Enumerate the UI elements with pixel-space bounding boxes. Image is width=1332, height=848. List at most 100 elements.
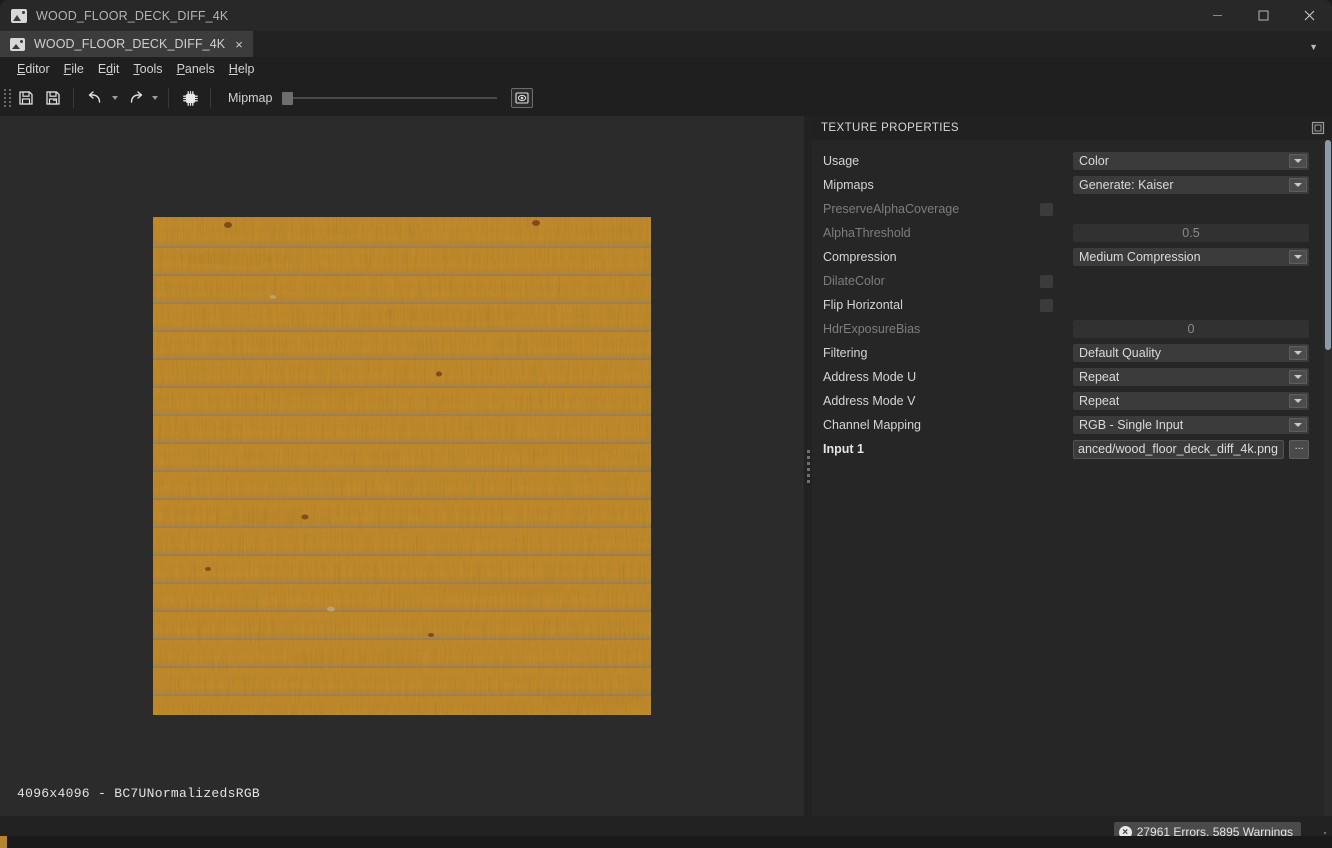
chevron-down-icon[interactable]: [1289, 370, 1307, 384]
property-control-filtering: Default Quality: [1073, 344, 1309, 362]
property-row-address-mode-v: Address Mode V Repeat: [812, 389, 1332, 413]
property-row-filtering: Filtering Default Quality: [812, 341, 1332, 365]
undo-dropdown-icon[interactable]: [108, 85, 121, 111]
property-value-address-mode-u: Repeat: [1079, 370, 1119, 384]
texture-chip-icon[interactable]: [177, 85, 203, 111]
property-row-usage: Usage Color: [812, 149, 1332, 173]
menu-bar: Editor File Edit Tools Panels Help: [0, 57, 1332, 80]
image-file-icon: [11, 9, 27, 23]
property-label-input-1: Input 1: [823, 442, 1073, 456]
property-control-channel-mapping: RGB - Single Input: [1073, 416, 1309, 434]
property-label-dilatecolor: DilateColor: [823, 274, 1073, 288]
property-dropdown-address-mode-v[interactable]: Repeat: [1073, 392, 1309, 410]
properties-header: TEXTURE PROPERTIES: [812, 116, 1332, 140]
chevron-down-icon[interactable]: [1289, 154, 1307, 168]
tab-wood-floor-deck-diff-4k[interactable]: WOOD_FLOOR_DECK_DIFF_4K ×: [0, 31, 253, 57]
property-dropdown-mipmaps[interactable]: Generate: Kaiser: [1073, 176, 1309, 194]
property-control-mipmaps: Generate: Kaiser: [1073, 176, 1309, 194]
property-row-address-mode-u: Address Mode URepeat: [812, 365, 1332, 389]
menu-item-file[interactable]: File: [57, 59, 91, 79]
property-row-channel-mapping: Channel MappingRGB - Single Input: [812, 413, 1332, 437]
property-control-usage: Color: [1073, 152, 1309, 170]
property-value-compression: Medium Compression: [1079, 250, 1201, 264]
undo-icon[interactable]: [82, 85, 108, 111]
toolbar-drag-handle[interactable]: [3, 87, 12, 109]
menu-item-help[interactable]: Help: [222, 59, 262, 79]
panel-title: TEXTURE PROPERTIES: [821, 122, 959, 134]
chevron-down-icon[interactable]: [1289, 250, 1307, 264]
panel-splitter[interactable]: [804, 116, 812, 816]
tab-close-icon[interactable]: ×: [234, 36, 244, 53]
mipmap-slider-thumb[interactable]: [282, 92, 293, 105]
property-dropdown-filtering[interactable]: Default Quality: [1073, 344, 1309, 362]
texture-format-status: 4096x4096 - BC7UNormalizedsRGB: [17, 786, 260, 801]
property-value-alphathreshold: 0.5: [1182, 226, 1199, 240]
desktop-background-strip: [0, 836, 1332, 848]
property-path-input-input-1[interactable]: anced/wood_floor_deck_diff_4k.png: [1073, 440, 1284, 459]
dock-panel-icon[interactable]: [1310, 120, 1326, 136]
property-label-address-mode-v: Address Mode V: [823, 394, 1073, 408]
image-file-icon: [10, 38, 25, 51]
texture-viewport[interactable]: 4096x4096 - BC7UNormalizedsRGB: [0, 116, 804, 816]
menu-item-panels[interactable]: Panels: [170, 59, 222, 79]
property-label-mipmaps: Mipmaps: [823, 178, 1073, 192]
property-label-hdrexposurebias: HdrExposureBias: [823, 322, 1073, 336]
property-label-alphathreshold: AlphaThreshold: [823, 226, 1073, 240]
close-button[interactable]: [1286, 0, 1332, 31]
property-checkbox-dilatecolor: [1040, 275, 1053, 288]
toolbar-separator: [73, 88, 74, 108]
property-control-address-mode-v: Repeat: [1073, 392, 1309, 410]
mipmap-label: Mipmap: [228, 91, 272, 105]
menu-item-tools[interactable]: Tools: [126, 59, 169, 79]
chevron-down-icon[interactable]: [1289, 394, 1307, 408]
property-value-channel-mapping: RGB - Single Input: [1079, 418, 1183, 432]
minimize-button[interactable]: [1194, 0, 1240, 31]
preview-toggle-icon[interactable]: [511, 88, 533, 108]
property-dropdown-compression[interactable]: Medium Compression: [1073, 248, 1309, 266]
property-label-usage: Usage: [823, 154, 1073, 168]
property-row-preservealphacoverage: PreserveAlphaCoverage: [812, 197, 1332, 221]
property-checkbox-flip-horizontal[interactable]: [1040, 299, 1053, 312]
browse-file-button[interactable]: ...: [1289, 440, 1309, 459]
redo-icon[interactable]: [122, 85, 148, 111]
property-control-input-1: anced/wood_floor_deck_diff_4k.png...: [1073, 440, 1309, 459]
properties-scrollbar-thumb[interactable]: [1325, 140, 1331, 350]
property-value-input-1: anced/wood_floor_deck_diff_4k.png: [1078, 442, 1278, 456]
property-value-address-mode-v: Repeat: [1079, 394, 1119, 408]
property-row-compression: CompressionMedium Compression: [812, 245, 1332, 269]
chevron-down-icon[interactable]: [1289, 178, 1307, 192]
application-window: WOOD_FLOOR_DECK_DIFF_4K WOOD_FLOOR_DECK_…: [0, 0, 1332, 848]
property-row-input-1: Input 1anced/wood_floor_deck_diff_4k.png…: [812, 437, 1332, 461]
property-value-filtering: Default Quality: [1079, 346, 1161, 360]
viewport-status-strip: 4096x4096 - BC7UNormalizedsRGB: [0, 770, 804, 816]
property-row-hdrexposurebias: HdrExposureBias0: [812, 317, 1332, 341]
menu-item-editor[interactable]: Editor: [10, 59, 57, 79]
property-control-address-mode-u: Repeat: [1073, 368, 1309, 386]
tab-label: WOOD_FLOOR_DECK_DIFF_4K: [34, 37, 225, 51]
property-value-usage: Color: [1079, 154, 1109, 168]
property-checkbox-preservealphacoverage: [1040, 203, 1053, 216]
chevron-down-icon[interactable]: [1289, 418, 1307, 432]
property-label-filtering: Filtering: [823, 346, 1073, 360]
properties-scrollbar[interactable]: [1324, 140, 1332, 816]
splitter-grip-icon: [807, 450, 810, 483]
menu-item-edit[interactable]: Edit: [91, 59, 127, 79]
mipmap-slider[interactable]: [282, 88, 497, 108]
property-dropdown-channel-mapping[interactable]: RGB - Single Input: [1073, 416, 1309, 434]
save-icon[interactable]: [13, 85, 39, 111]
wood-deck-texture-preview: [153, 217, 651, 715]
property-row-flip-horizontal: Flip Horizontal: [812, 293, 1332, 317]
property-dropdown-address-mode-u[interactable]: Repeat: [1073, 368, 1309, 386]
toolbar-separator: [168, 88, 169, 108]
chevron-down-icon[interactable]: [1289, 346, 1307, 360]
save-as-icon[interactable]: [40, 85, 66, 111]
toolbar-separator: [210, 88, 211, 108]
texture-preview[interactable]: [153, 217, 651, 715]
property-dropdown-usage[interactable]: Color: [1073, 152, 1309, 170]
property-row-mipmaps: MipmapsGenerate: Kaiser: [812, 173, 1332, 197]
property-number-input-alphathreshold: 0.5: [1073, 224, 1309, 242]
redo-dropdown-icon[interactable]: [148, 85, 161, 111]
property-control-compression: Medium Compression: [1073, 248, 1309, 266]
maximize-button[interactable]: [1240, 0, 1286, 31]
chevron-down-icon[interactable]: ▼: [1309, 43, 1318, 52]
